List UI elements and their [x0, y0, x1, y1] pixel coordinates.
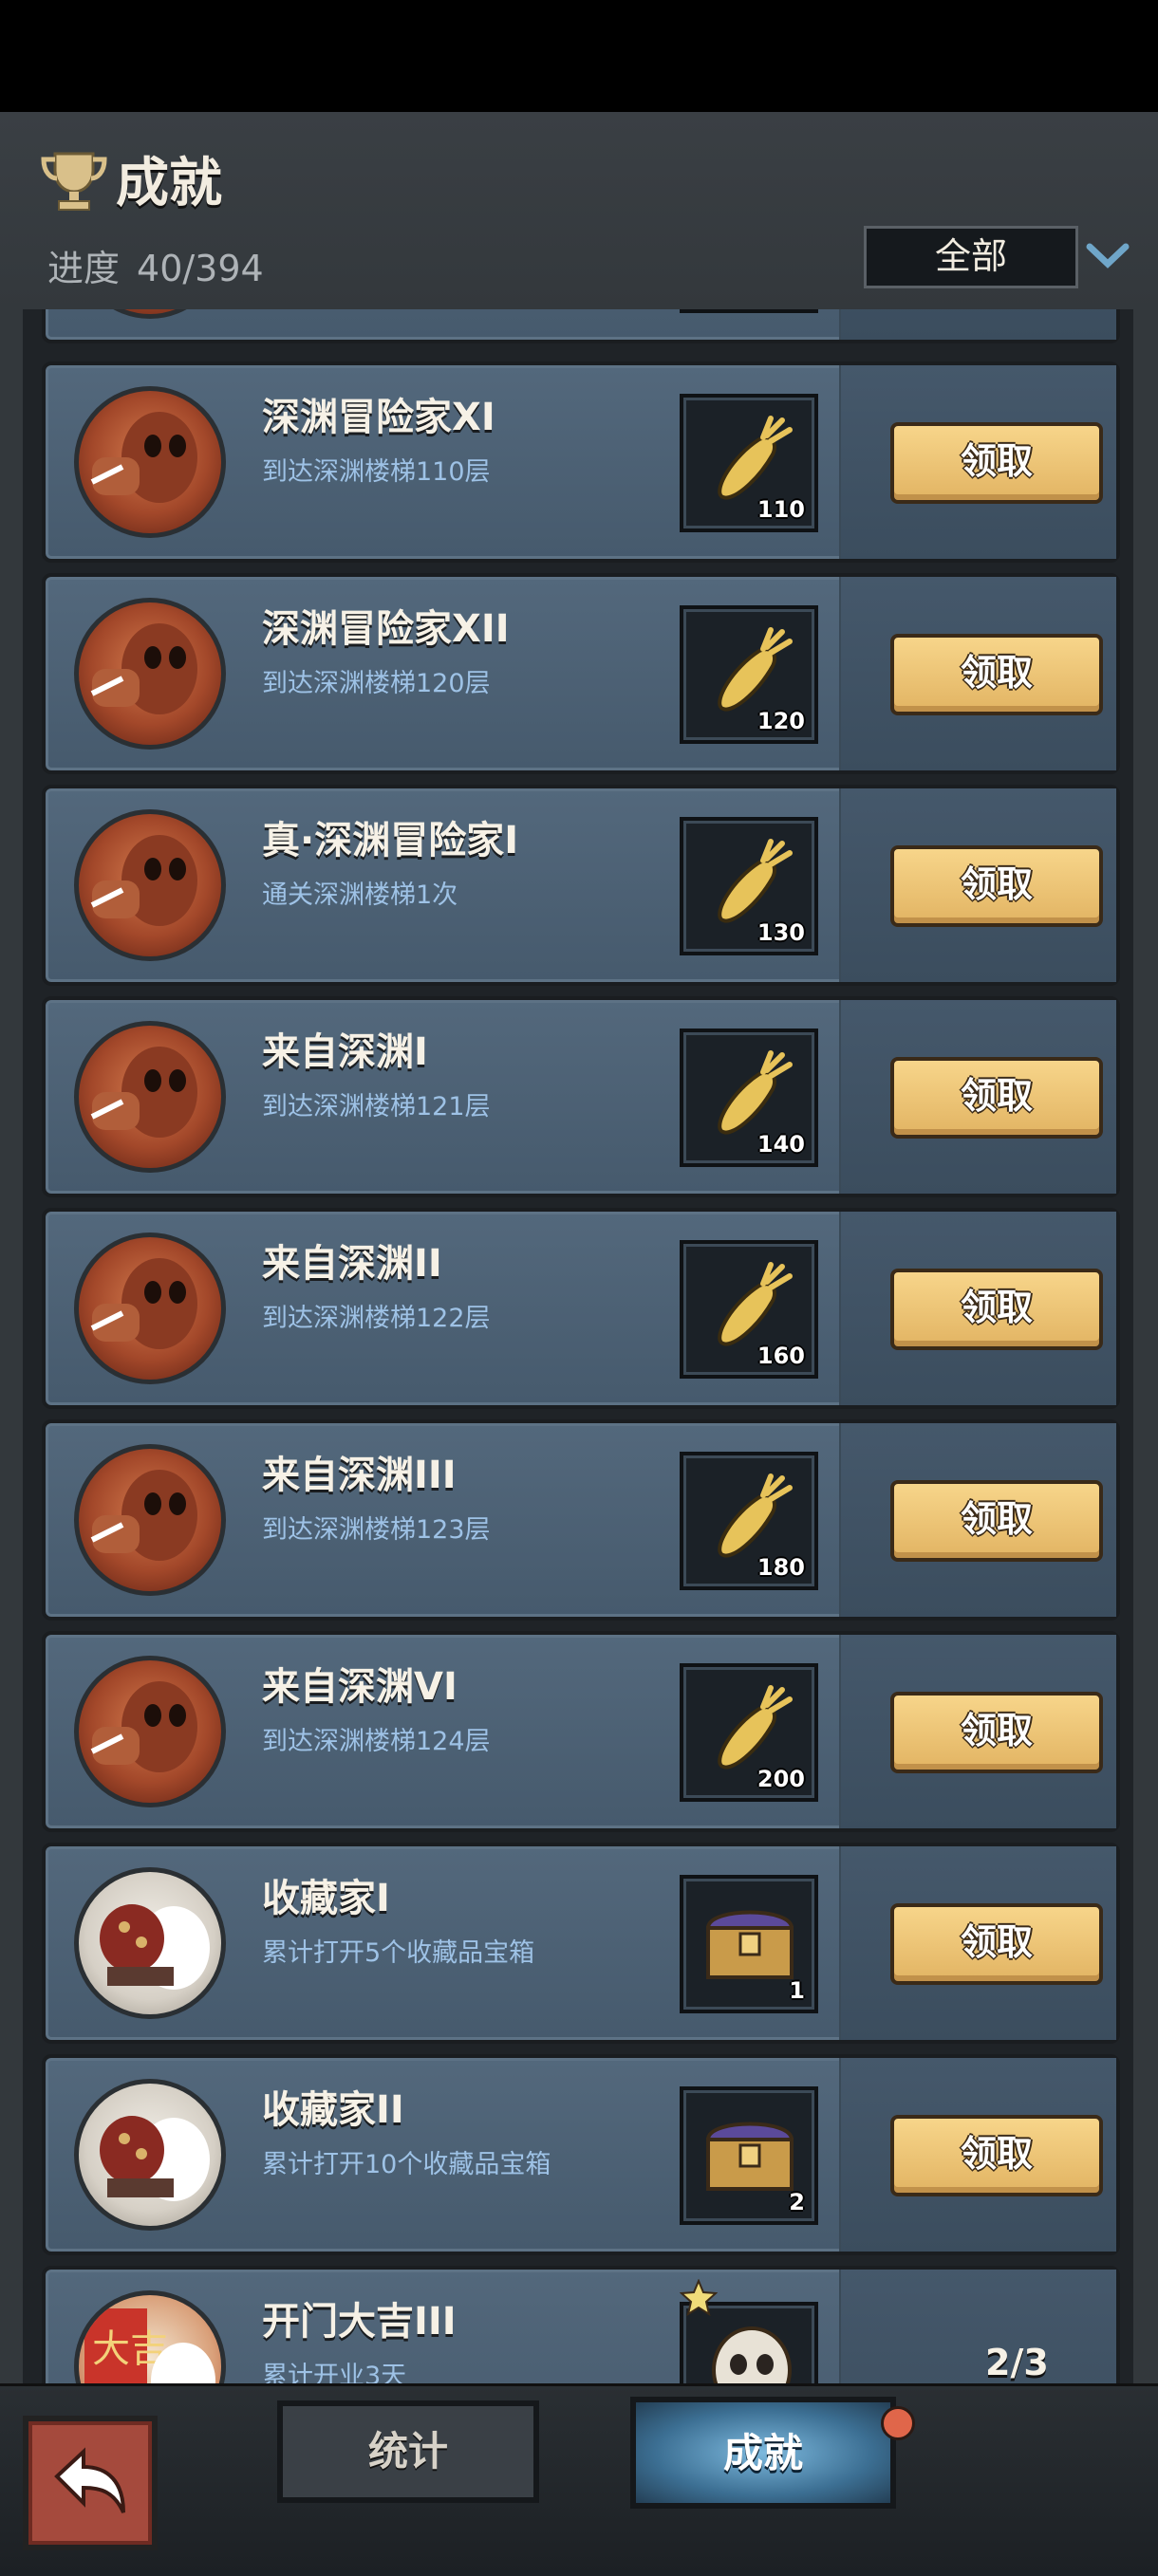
progress-count: 2/3	[985, 2342, 1049, 2383]
chevron-down-icon[interactable]	[1086, 241, 1130, 269]
golden-carrot-icon	[718, 1262, 793, 1346]
trophy-icon	[41, 152, 107, 211]
claim-button[interactable]: 领取	[890, 2115, 1103, 2196]
reward-slot: 180	[680, 1452, 818, 1590]
progress-label: 进度	[47, 248, 121, 289]
reward-slot: 140	[680, 1029, 818, 1167]
achievement-name: 真·深渊冒险家I	[262, 819, 519, 862]
achievement-name: 来自深渊III	[262, 1454, 457, 1497]
achievement-name: 来自深渊I	[262, 1030, 428, 1074]
abyss-adventurer-avatar	[74, 386, 226, 538]
achievement-name: 来自深渊II	[262, 1242, 442, 1286]
reward-qty: 160	[756, 1343, 805, 1369]
achievement-desc: 到达深渊楼梯120层	[262, 669, 491, 698]
page-title: 成就	[116, 153, 222, 214]
list-item: 来自深渊VI 到达深渊楼梯124层 200 领取	[42, 1631, 1120, 1832]
reward-qty: 1	[789, 1977, 805, 2004]
list-item: 来自深渊II 到达深渊楼梯122层 160 领取	[42, 1208, 1120, 1409]
golden-carrot-icon	[718, 1050, 793, 1135]
claim-button[interactable]: 领取	[890, 1269, 1103, 1350]
achievement-desc: 到达深渊楼梯122层	[262, 1304, 491, 1333]
abyss-adventurer-avatar	[74, 598, 226, 750]
notification-badge	[881, 2406, 915, 2440]
achievement-name: 收藏家II	[262, 2088, 404, 2132]
achievement-desc: 通关深渊楼梯1次	[262, 880, 458, 910]
claim-button[interactable]: 领取	[890, 845, 1103, 927]
list-item: 深渊冒险家XII 到达深渊楼梯120层 120 领取	[42, 573, 1120, 774]
achievement-desc: 到达深渊楼梯123层	[262, 1515, 491, 1545]
abyss-adventurer-avatar	[74, 309, 226, 319]
abyss-adventurer-avatar	[74, 809, 226, 961]
grand-opening-avatar: 大吉	[74, 2290, 226, 2383]
treasure-chest-icon	[705, 1910, 794, 1979]
list-item: 来自深渊I 到达深渊楼梯121层 140 领取	[42, 996, 1120, 1197]
list-item: 来自深渊III 到达深渊楼梯123层 180 领取	[42, 1419, 1120, 1621]
claim-button[interactable]: 领取	[890, 422, 1103, 504]
skull-mask-icon	[712, 2326, 792, 2383]
achievement-name: 来自深渊VI	[262, 1665, 458, 1709]
claim-button[interactable]: 领取	[890, 1692, 1103, 1773]
list-item: 收藏家I 累计打开5个收藏品宝箱 1 领取	[42, 1843, 1120, 2044]
list-item: 收藏家II 累计打开10个收藏品宝箱 2 领取	[42, 2054, 1120, 2255]
abyss-adventurer-avatar	[74, 1656, 226, 1807]
abyss-adventurer-avatar	[74, 1021, 226, 1173]
reward-slot: 2	[680, 2086, 818, 2225]
achievement-desc: 累计开业3天	[262, 2362, 407, 2383]
achievement-desc: 到达深渊楼梯121层	[262, 1092, 491, 1121]
claim-button[interactable]: 领取	[890, 634, 1103, 715]
treasure-chest-icon	[705, 2122, 794, 2191]
achievement-desc: 到达深渊楼梯110层	[262, 457, 491, 487]
list-item: 真·深渊冒险家I 通关深渊楼梯1次 130 领取	[42, 785, 1120, 986]
golden-carrot-icon	[718, 1685, 793, 1770]
filter-dropdown[interactable]: 全部	[864, 226, 1078, 288]
reward-qty: 110	[756, 496, 805, 523]
achievement-name: 收藏家I	[262, 1877, 390, 1920]
reward-qty: 130	[756, 919, 805, 946]
achievement-name: 开门大吉III	[262, 2300, 457, 2344]
achievement-desc: 累计打开5个收藏品宝箱	[262, 1938, 535, 1968]
achievement-name: 深渊冒险家XII	[262, 607, 510, 651]
reward-qty: 2	[789, 2189, 805, 2215]
claim-button[interactable]: 领取	[890, 1057, 1103, 1139]
abyss-adventurer-avatar	[74, 1444, 226, 1596]
reward-slot: 200	[680, 1663, 818, 1802]
status-bar	[0, 0, 1158, 112]
golden-carrot-icon	[718, 416, 793, 500]
tab-stats[interactable]: 统计	[277, 2400, 539, 2503]
reward-qty: 140	[756, 1131, 805, 1158]
bottom-nav	[0, 2383, 1158, 2576]
reward-qty: 120	[756, 708, 805, 734]
achievement-row-partial	[42, 309, 1120, 343]
abyss-adventurer-avatar	[74, 1232, 226, 1384]
list-item: 深渊冒险家XI 到达深渊楼梯110层 110 领取	[42, 361, 1120, 563]
progress-text: 进度 40/394	[47, 239, 264, 291]
reward-slot: 160	[680, 1240, 818, 1379]
reward-slot: 130	[680, 817, 818, 955]
achievement-name: 深渊冒险家XI	[262, 396, 495, 439]
collector-avatar	[74, 2079, 226, 2231]
reward-slot: 120	[680, 605, 818, 744]
golden-carrot-icon	[718, 627, 793, 712]
achievement-list[interactable]: 深渊冒险家XI 到达深渊楼梯110层 110 领取 深渊冒险家XII 到达深渊楼…	[23, 309, 1133, 2383]
reward-slot	[680, 309, 818, 313]
reward-slot: 1	[680, 1875, 818, 2013]
achievement-desc: 累计打开10个收藏品宝箱	[262, 2150, 551, 2179]
tab-achievements[interactable]: 成就	[630, 2397, 896, 2509]
golden-carrot-icon	[718, 839, 793, 923]
golden-carrot-icon	[718, 1473, 793, 1558]
collector-avatar	[74, 1867, 226, 2019]
reward-qty: 200	[756, 1766, 805, 1792]
back-button[interactable]	[23, 2416, 158, 2550]
back-arrow-icon	[54, 2447, 125, 2513]
reward-slot: 110	[680, 394, 818, 532]
achievement-desc: 到达深渊楼梯124层	[262, 1727, 491, 1756]
progress-value: 40/394	[137, 248, 264, 289]
claim-button[interactable]: 领取	[890, 1480, 1103, 1562]
reward-qty: 180	[756, 1554, 805, 1581]
list-item: 大吉 开门大吉III 累计开业3天 2/3	[42, 2266, 1120, 2383]
claim-button[interactable]: 领取	[890, 1903, 1103, 1985]
star-badge-icon	[680, 2279, 718, 2317]
